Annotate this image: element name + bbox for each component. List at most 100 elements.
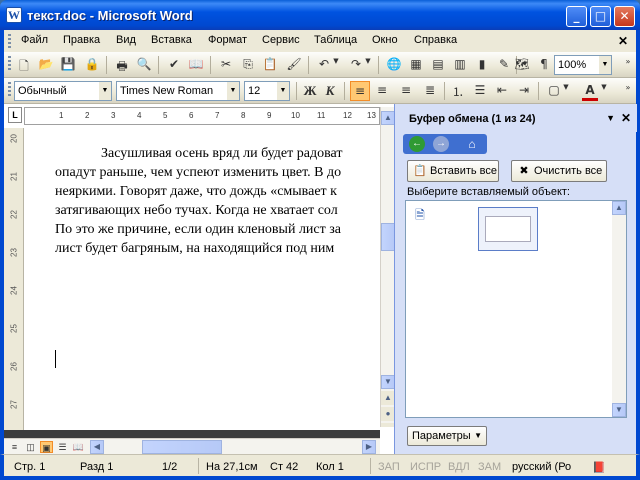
status-line[interactable]: Ст 42 [270, 461, 298, 473]
font-color-icon[interactable]: A [582, 83, 598, 101]
zoom-dropdown-icon[interactable]: ▼ [599, 56, 611, 74]
increase-indent-icon[interactable]: ⇥ [516, 83, 532, 99]
clipboard-item-thumbnail[interactable] [478, 207, 538, 251]
horizontal-ruler[interactable]: 1 2 3 4 5 6 7 8 9 10 11 12 13 [24, 107, 380, 125]
web-layout-icon[interactable]: ◫ [24, 441, 37, 453]
word-icon[interactable]: W [6, 7, 22, 23]
options-button[interactable]: Параметры ▼ [407, 426, 487, 446]
font-size-select[interactable]: 12 ▼ [244, 81, 290, 101]
clipboard-scroll-down-icon[interactable]: ▼ [612, 403, 626, 417]
status-overtype[interactable]: ЗАМ [478, 461, 501, 473]
menu-format[interactable]: Формат [208, 34, 247, 46]
undo-icon[interactable]: ↶ [316, 57, 332, 73]
hyperlink-icon[interactable]: 🌐 [386, 57, 402, 73]
align-center-icon[interactable]: ≡ [374, 83, 390, 99]
borders-dropdown-icon[interactable]: ▼ [562, 83, 570, 99]
permission-icon[interactable]: 🔒 [84, 57, 100, 73]
menu-edit[interactable]: Правка [63, 34, 100, 46]
borders-icon[interactable]: ▢ [546, 83, 562, 99]
menu-grip[interactable] [8, 34, 11, 48]
tab-selector[interactable]: L [8, 107, 22, 123]
maximize-button[interactable]: □ [590, 6, 611, 27]
research-icon[interactable]: 📖 [188, 57, 204, 73]
scroll-down-icon[interactable]: ▼ [381, 375, 395, 389]
close-document-icon[interactable]: ✕ [618, 34, 628, 48]
font-dropdown-icon[interactable]: ▼ [227, 82, 239, 100]
task-pane-close-icon[interactable]: ✕ [621, 111, 631, 125]
open-folder-icon[interactable]: 📂 [38, 57, 54, 73]
normal-view-icon[interactable]: ≡ [8, 441, 21, 453]
status-pages[interactable]: 1/2 [162, 461, 177, 473]
style-select[interactable]: Обычный ▼ [14, 81, 112, 101]
print-icon[interactable]: 🖶 [114, 57, 130, 73]
print-preview-icon[interactable]: 🔍 [136, 57, 152, 73]
spelling-status-icon[interactable]: 📕 [592, 461, 606, 474]
status-page[interactable]: Стр. 1 [14, 461, 45, 473]
style-dropdown-icon[interactable]: ▼ [99, 82, 111, 100]
columns-icon[interactable]: ▮ [474, 57, 490, 73]
align-left-icon[interactable]: ≡ [350, 81, 370, 101]
zoom-select[interactable]: 100% ▼ [554, 55, 612, 75]
bullets-icon[interactable]: ☰ [472, 83, 488, 99]
menu-tools[interactable]: Сервис [262, 34, 300, 46]
scroll-left-icon[interactable]: ◀ [90, 440, 104, 454]
undo-dropdown-icon[interactable]: ▼ [332, 57, 340, 73]
redo-dropdown-icon[interactable]: ▼ [364, 57, 372, 73]
copy-icon[interactable]: ⎘ [240, 57, 256, 73]
decrease-indent-icon[interactable]: ⇤ [494, 83, 510, 99]
task-pane-menu-icon[interactable]: ▼ [606, 113, 615, 123]
paste-icon[interactable]: 📋 [262, 57, 278, 73]
new-document-icon[interactable]: 🗋 [16, 57, 32, 73]
align-right-icon[interactable]: ≡ [398, 83, 414, 99]
status-extend[interactable]: ВДЛ [448, 461, 470, 473]
vertical-scrollbar[interactable]: ▲ ▼ ▲ ● [380, 107, 395, 427]
toolbar-options-icon[interactable]: » [620, 57, 636, 73]
font-select[interactable]: Times New Roman ▼ [116, 81, 240, 101]
status-position[interactable]: На 27,1см [206, 461, 258, 473]
menu-insert[interactable]: Вставка [151, 34, 192, 46]
horizontal-scrollbar[interactable]: ≡ ◫ ▣ ☰ 📖 ◀ ▶ [4, 438, 380, 454]
vertical-ruler[interactable]: 20 21 22 23 24 25 26 27 [4, 128, 24, 430]
toolbar-grip[interactable] [8, 82, 11, 96]
forward-icon[interactable]: → [433, 136, 449, 152]
redo-icon[interactable]: ↷ [348, 57, 364, 73]
minimize-button[interactable]: _ [566, 6, 587, 27]
format-painter-icon[interactable]: 🖌 [286, 57, 302, 73]
show-hide-icon[interactable]: ¶ [536, 57, 552, 73]
drawing-icon[interactable]: ✎ [496, 57, 512, 73]
horizontal-scroll-thumb[interactable] [142, 440, 222, 454]
menu-table[interactable]: Таблица [314, 34, 357, 46]
print-layout-icon[interactable]: ▣ [40, 441, 53, 453]
clear-all-button[interactable]: ✖ Очистить все [511, 160, 607, 182]
scroll-up-icon[interactable]: ▲ [381, 111, 395, 125]
document-map-icon[interactable]: 🗺 [514, 57, 530, 73]
select-browse-object-icon[interactable]: ● [381, 407, 395, 421]
font-size-dropdown-icon[interactable]: ▼ [277, 82, 289, 100]
toolbar-grip[interactable] [8, 56, 11, 70]
close-button[interactable]: ✕ [614, 6, 635, 27]
reading-layout-icon[interactable]: 📖 [72, 441, 85, 453]
tables-borders-icon[interactable]: ▦ [408, 57, 424, 73]
scroll-right-icon[interactable]: ▶ [362, 440, 376, 454]
status-section[interactable]: Разд 1 [80, 461, 113, 473]
cut-icon[interactable]: ✂ [218, 57, 234, 73]
previous-page-icon[interactable]: ▲ [381, 391, 395, 405]
scroll-thumb[interactable] [381, 223, 395, 251]
back-icon[interactable]: ← [409, 136, 425, 152]
document-page[interactable]: Засушливая осень вряд ли будет радоват о… [30, 128, 380, 430]
clipboard-scroll-up-icon[interactable]: ▲ [612, 201, 626, 215]
menu-file[interactable]: Файл [21, 34, 48, 46]
menu-help[interactable]: Справка [414, 34, 457, 46]
insert-table-icon[interactable]: ▤ [430, 57, 446, 73]
next-page-icon[interactable] [381, 423, 395, 427]
status-rec[interactable]: ЗАП [378, 461, 400, 473]
save-icon[interactable]: 💾 [60, 57, 76, 73]
clipboard-items-list[interactable]: 🗎 ▲ ▼ [405, 200, 627, 418]
status-track[interactable]: ИСПР [410, 461, 441, 473]
insert-excel-icon[interactable]: ▥ [452, 57, 468, 73]
toolbar-options-icon[interactable]: » [620, 83, 636, 99]
spelling-icon[interactable]: ✔ [166, 57, 182, 73]
italic-button[interactable]: К [322, 83, 338, 99]
bold-button[interactable]: Ж [302, 83, 318, 99]
menu-view[interactable]: Вид [116, 34, 136, 46]
